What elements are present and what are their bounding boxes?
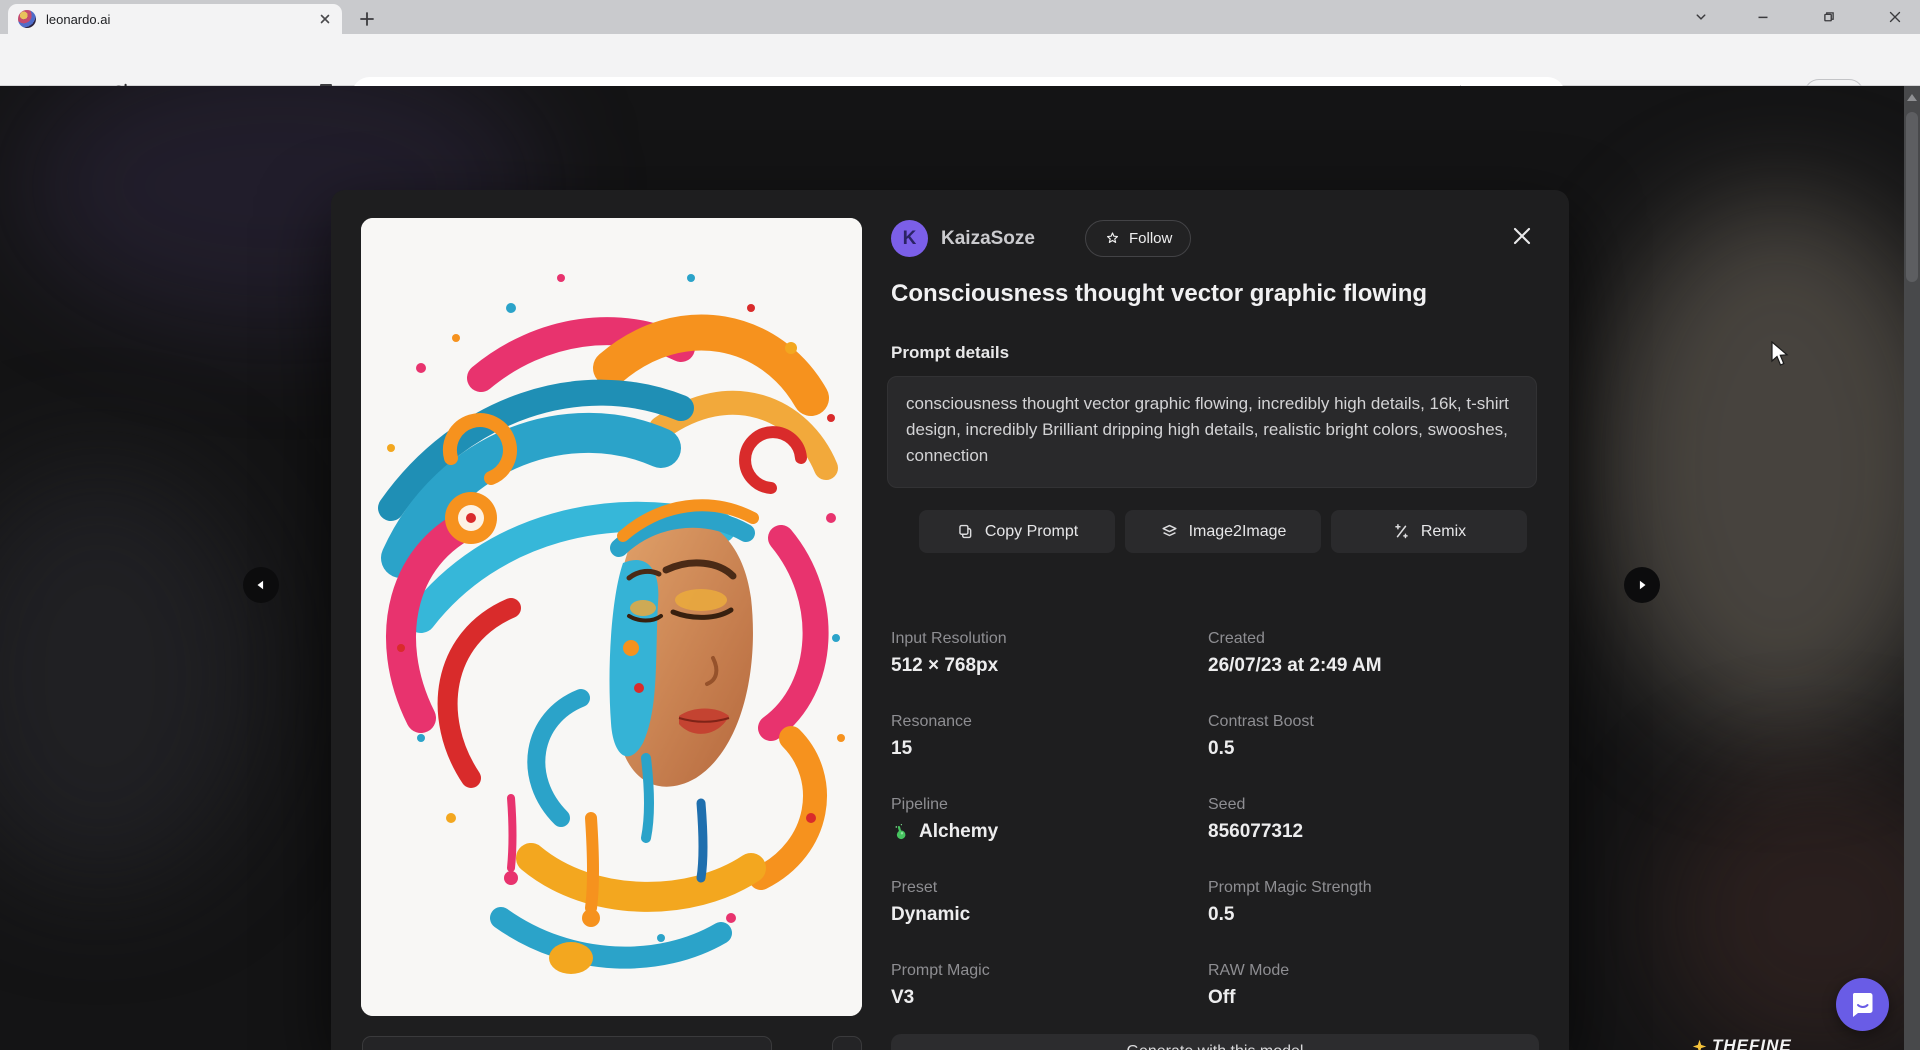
new-tab-button[interactable] (352, 5, 382, 33)
detail-input-resolution: Input Resolution 512 × 768px (891, 630, 1208, 677)
background-blur-blob (0, 466, 260, 886)
watermark: THEFINE (1692, 1036, 1792, 1050)
window-close-button[interactable] (1872, 0, 1918, 33)
detail-resonance: Resonance 15 (891, 713, 1208, 760)
minimize-button[interactable] (1740, 0, 1786, 33)
artwork-illustration (361, 218, 862, 1016)
thumbnail-partial[interactable] (832, 1036, 862, 1050)
generate-button[interactable]: Generate with this model (891, 1034, 1539, 1050)
detail-prompt-magic-strength: Prompt Magic Strength 0.5 (1208, 879, 1541, 926)
tab-close-icon[interactable] (318, 12, 332, 26)
avatar[interactable]: K (891, 220, 928, 257)
page-scrollbar[interactable] (1904, 86, 1920, 1050)
copy-icon (956, 522, 975, 541)
prompt-details-heading: Prompt details (891, 343, 1009, 363)
image2image-button[interactable]: Image2Image (1125, 510, 1321, 553)
details-grid: Input Resolution 512 × 768px Created 26/… (891, 630, 1541, 1009)
tab-title: leonardo.ai (46, 12, 318, 27)
generated-image (361, 218, 862, 1016)
spark-icon (1692, 1039, 1707, 1050)
detail-preset: Preset Dynamic (891, 879, 1208, 926)
detail-contrast-boost: Contrast Boost 0.5 (1208, 713, 1541, 760)
tab-strip: leonardo.ai (0, 0, 1920, 34)
follow-label: Follow (1129, 230, 1172, 247)
detail-prompt-magic: Prompt Magic V3 (891, 962, 1208, 1009)
detail-pipeline: Pipeline Alchemy (891, 796, 1208, 843)
remix-icon (1392, 522, 1411, 541)
thumbnail-strip[interactable] (362, 1036, 772, 1050)
chat-launcher-button[interactable] (1836, 978, 1889, 1031)
leonardo-favicon-icon (18, 10, 36, 28)
remix-button[interactable]: Remix (1331, 510, 1527, 553)
scroll-up-arrow-icon[interactable] (1907, 94, 1917, 101)
star-icon (1104, 230, 1121, 247)
tab-search-button[interactable] (1678, 0, 1724, 33)
page-content: K KaizaSoze Follow Consciousness thought… (0, 86, 1920, 1050)
copy-prompt-button[interactable]: Copy Prompt (919, 510, 1115, 553)
chevron-right-icon (1635, 578, 1649, 592)
background-blur-blob (1600, 196, 1920, 736)
mouse-cursor (1770, 341, 1790, 374)
image-detail-modal: K KaizaSoze Follow Consciousness thought… (331, 190, 1569, 1050)
chevron-left-icon (254, 578, 268, 592)
chat-bubble-icon (1850, 991, 1876, 1018)
maximize-restore-button[interactable] (1806, 0, 1852, 33)
username[interactable]: KaizaSoze (941, 228, 1035, 250)
close-icon (1510, 224, 1534, 248)
layers-icon (1160, 522, 1179, 541)
next-image-button[interactable] (1624, 567, 1660, 603)
browser-toolbar: app.leonardo.ai (0, 34, 1920, 86)
modal-close-button[interactable] (1509, 223, 1535, 249)
browser-tab[interactable]: leonardo.ai (8, 4, 342, 34)
action-buttons-row: Copy Prompt Image2Image Remix (919, 510, 1527, 553)
alchemy-flask-icon (889, 820, 913, 844)
prompt-text-box: consciousness thought vector graphic flo… (887, 376, 1537, 488)
detail-raw-mode: RAW Mode Off (1208, 962, 1541, 1009)
scrollbar-thumb[interactable] (1906, 112, 1918, 282)
follow-button[interactable]: Follow (1085, 220, 1191, 257)
detail-seed: Seed 856077312 (1208, 796, 1541, 843)
prompt-text: consciousness thought vector graphic flo… (906, 391, 1518, 469)
detail-created: Created 26/07/23 at 2:49 AM (1208, 630, 1541, 677)
prev-image-button[interactable] (243, 567, 279, 603)
image-title: Consciousness thought vector graphic flo… (891, 280, 1541, 308)
